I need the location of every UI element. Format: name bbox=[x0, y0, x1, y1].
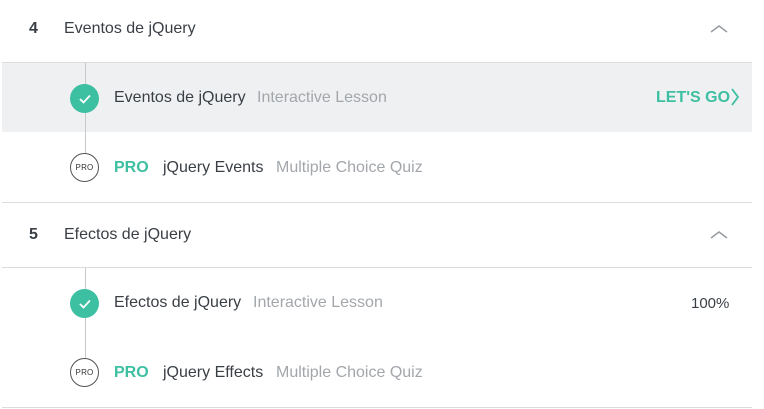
lesson-title[interactable]: Eventos de jQuery bbox=[114, 89, 246, 107]
divider bbox=[2, 407, 752, 408]
pro-badge-icon: PRO bbox=[70, 153, 99, 182]
pro-label: PRO bbox=[114, 159, 149, 176]
timeline-line bbox=[85, 132, 86, 154]
section-title: Efectos de jQuery bbox=[64, 226, 192, 243]
pro-badge-icon: PRO bbox=[70, 358, 99, 387]
divider bbox=[2, 202, 752, 203]
lesson-row-eventos[interactable]: Eventos de jQuery Interactive Lesson LET… bbox=[2, 63, 752, 132]
timeline-line bbox=[85, 337, 86, 359]
progress-percent: 100% bbox=[691, 295, 730, 312]
chevron-up-icon[interactable] bbox=[710, 228, 728, 242]
lesson-type: Interactive Lesson bbox=[257, 89, 387, 106]
lesson-type: Interactive Lesson bbox=[253, 294, 383, 311]
section-title: Eventos de jQuery bbox=[64, 20, 196, 37]
lesson-title[interactable]: Efectos de jQuery bbox=[114, 294, 241, 312]
section-header-4[interactable]: 4 Eventos de jQuery bbox=[2, 0, 752, 60]
section-number: 4 bbox=[29, 20, 38, 37]
section-header-5[interactable]: 5 Efectos de jQuery bbox=[2, 204, 752, 264]
lets-go-button[interactable]: LET'S GO bbox=[656, 89, 730, 107]
chevron-up-icon[interactable] bbox=[710, 22, 728, 36]
section-number: 5 bbox=[29, 226, 38, 243]
lesson-type: Multiple Choice Quiz bbox=[276, 159, 423, 176]
lesson-type: Multiple Choice Quiz bbox=[276, 364, 423, 381]
chevron-right-icon[interactable] bbox=[730, 88, 740, 106]
lesson-row-jquery-effects[interactable]: PRO PRO jQuery Effects Multiple Choice Q… bbox=[2, 337, 752, 406]
pro-label: PRO bbox=[114, 364, 149, 381]
lesson-row-jquery-events[interactable]: PRO PRO jQuery Events Multiple Choice Qu… bbox=[2, 132, 752, 201]
check-circle-icon bbox=[70, 84, 99, 113]
lesson-row-efectos[interactable]: Efectos de jQuery Interactive Lesson 100… bbox=[2, 268, 752, 337]
lesson-title[interactable]: jQuery Effects bbox=[163, 364, 263, 382]
lesson-title[interactable]: jQuery Events bbox=[163, 159, 263, 177]
check-circle-icon bbox=[70, 289, 99, 318]
